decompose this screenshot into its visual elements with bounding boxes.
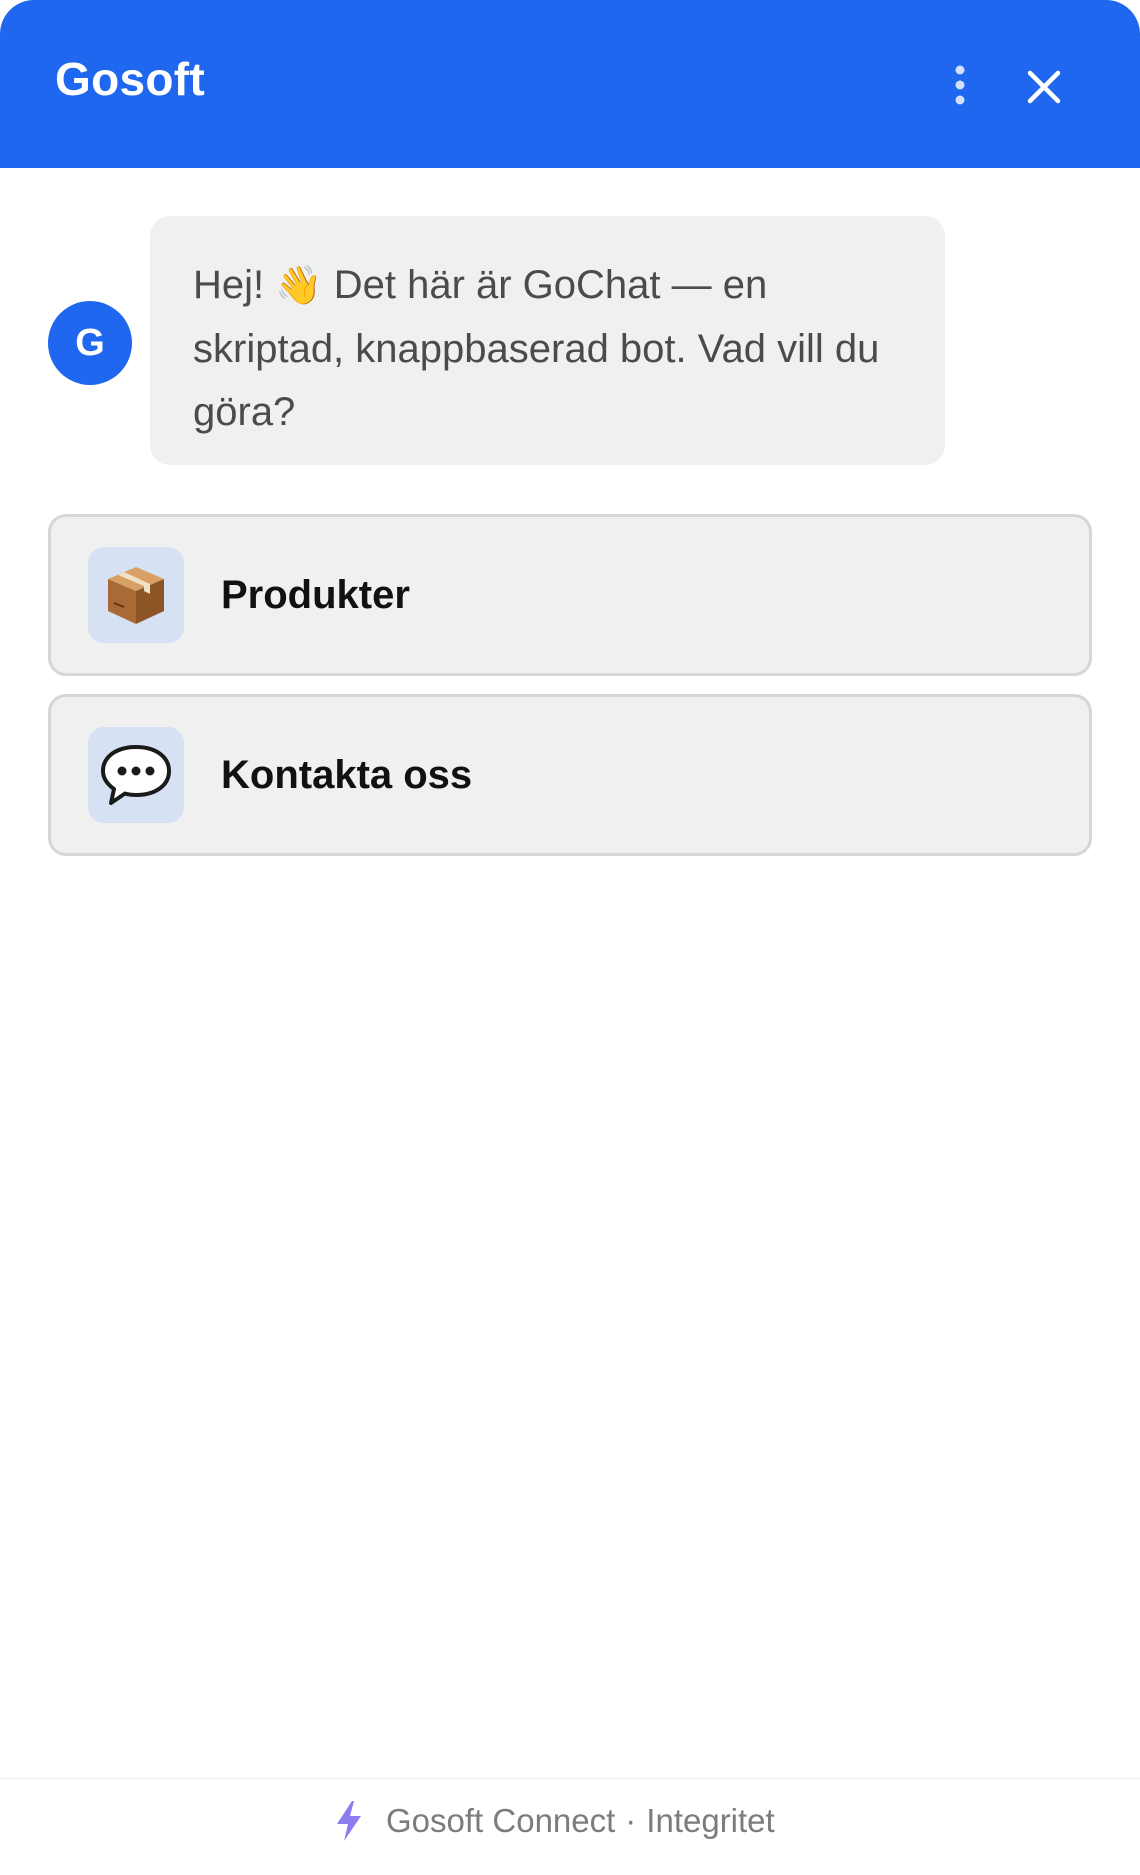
chat-widget: Gosoft G Hej! 👋 Det här är GoChat — en s… [0,0,1140,1875]
close-button[interactable] [1017,60,1071,114]
option-button-kontakta-oss[interactable]: Kontakta oss [48,694,1092,856]
more-options-button[interactable] [935,58,985,112]
privacy-link[interactable]: Integritet [646,1802,774,1840]
waving-hand-icon: 👋 [275,265,323,307]
lightning-bolt-icon [337,1801,361,1841]
chat-title: Gosoft [55,53,205,105]
option-label: Produkter [221,573,410,617]
gosoft-connect-link[interactable]: Gosoft Connect [386,1802,615,1840]
footer-separator: · [625,1802,637,1839]
bot-avatar: G [48,301,132,385]
package-icon [108,567,164,624]
avatar-letter: G [75,321,105,364]
option-icon-box [88,727,184,823]
close-icon [1027,70,1061,104]
option-label: Kontakta oss [221,753,473,797]
more-vertical-icon [955,65,965,105]
option-icon-box [88,547,184,643]
option-button-produkter[interactable]: Produkter [48,514,1092,676]
bot-message-bubble: Hej! 👋 Det här är GoChat — en skriptad, … [150,216,945,465]
chat-header: Gosoft [0,0,1140,168]
message-text-start: Hej! [193,263,265,307]
speech-bubble-icon [101,745,171,805]
chat-footer: Gosoft Connect · Integritet [0,1778,1140,1875]
footer-credits: Gosoft Connect · Integritet [334,1801,775,1841]
